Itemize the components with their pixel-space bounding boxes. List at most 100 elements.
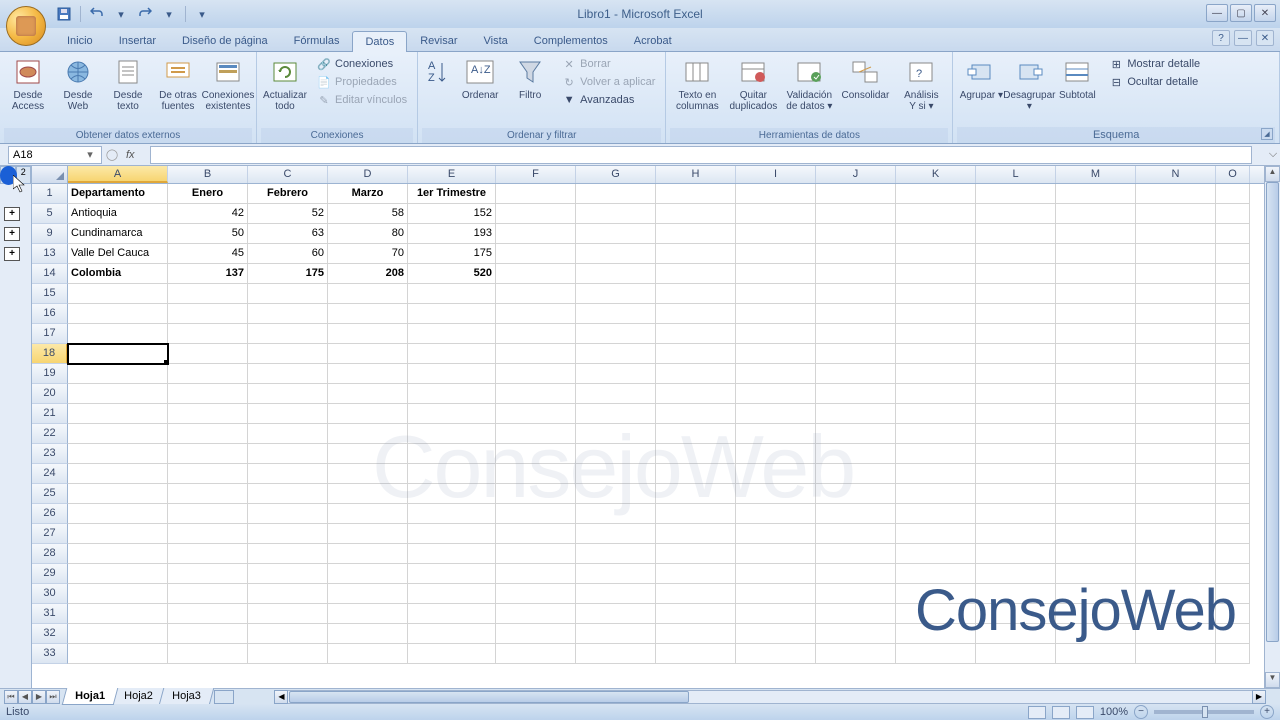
- cell-H21[interactable]: [656, 404, 736, 424]
- cell-D33[interactable]: [328, 644, 408, 664]
- cell-B1[interactable]: Enero: [168, 184, 248, 204]
- cell-B15[interactable]: [168, 284, 248, 304]
- cell-O19[interactable]: [1216, 364, 1250, 384]
- cell-H28[interactable]: [656, 544, 736, 564]
- cell-B24[interactable]: [168, 464, 248, 484]
- cell-F28[interactable]: [496, 544, 576, 564]
- cell-F20[interactable]: [496, 384, 576, 404]
- column-header-L[interactable]: L: [976, 166, 1056, 183]
- tab-datos[interactable]: Datos: [352, 31, 407, 52]
- cell-M27[interactable]: [1056, 524, 1136, 544]
- cell-G30[interactable]: [576, 584, 656, 604]
- cell-N15[interactable]: [1136, 284, 1216, 304]
- cell-L33[interactable]: [976, 644, 1056, 664]
- cell-J33[interactable]: [816, 644, 896, 664]
- cell-N21[interactable]: [1136, 404, 1216, 424]
- row-header-31[interactable]: 31: [32, 604, 68, 624]
- cell-B18[interactable]: [168, 344, 248, 364]
- cell-L18[interactable]: [976, 344, 1056, 364]
- cell-M20[interactable]: [1056, 384, 1136, 404]
- cell-K17[interactable]: [896, 324, 976, 344]
- cell-L26[interactable]: [976, 504, 1056, 524]
- cell-N28[interactable]: [1136, 544, 1216, 564]
- row-header-14[interactable]: 14: [32, 264, 68, 284]
- zoom-slider[interactable]: [1154, 710, 1254, 714]
- cell-L22[interactable]: [976, 424, 1056, 444]
- cell-H20[interactable]: [656, 384, 736, 404]
- cell-D30[interactable]: [328, 584, 408, 604]
- cell-C5[interactable]: 52: [248, 204, 328, 224]
- cell-H23[interactable]: [656, 444, 736, 464]
- cell-J26[interactable]: [816, 504, 896, 524]
- tab-diseño-de-página[interactable]: Diseño de página: [169, 30, 281, 51]
- cell-L9[interactable]: [976, 224, 1056, 244]
- vertical-scrollbar[interactable]: ▲ ▼: [1264, 166, 1280, 688]
- cell-B29[interactable]: [168, 564, 248, 584]
- minimize-ribbon-button[interactable]: —: [1234, 30, 1252, 46]
- cell-H5[interactable]: [656, 204, 736, 224]
- column-header-E[interactable]: E: [408, 166, 496, 183]
- cell-G15[interactable]: [576, 284, 656, 304]
- cell-M28[interactable]: [1056, 544, 1136, 564]
- outline-level-1[interactable]: 1: [0, 166, 16, 184]
- cell-N27[interactable]: [1136, 524, 1216, 544]
- cell-F19[interactable]: [496, 364, 576, 384]
- cell-N1[interactable]: [1136, 184, 1216, 204]
- zoom-out-button[interactable]: −: [1134, 705, 1148, 719]
- cell-A28[interactable]: [68, 544, 168, 564]
- cell-C9[interactable]: 63: [248, 224, 328, 244]
- cell-K19[interactable]: [896, 364, 976, 384]
- scroll-right-button[interactable]: ▶: [1252, 690, 1266, 704]
- cell-M17[interactable]: [1056, 324, 1136, 344]
- fx-button[interactable]: fx: [126, 149, 146, 161]
- refresh-all-button[interactable]: Actualizar todo: [261, 54, 309, 114]
- cell-N33[interactable]: [1136, 644, 1216, 664]
- row-header-33[interactable]: 33: [32, 644, 68, 664]
- cell-I19[interactable]: [736, 364, 816, 384]
- cell-B26[interactable]: [168, 504, 248, 524]
- cell-H13[interactable]: [656, 244, 736, 264]
- cell-J15[interactable]: [816, 284, 896, 304]
- cell-O14[interactable]: [1216, 264, 1250, 284]
- advanced-filter-button[interactable]: ▼Avanzadas: [558, 91, 659, 109]
- cell-C16[interactable]: [248, 304, 328, 324]
- cell-F15[interactable]: [496, 284, 576, 304]
- cell-C22[interactable]: [248, 424, 328, 444]
- cell-C26[interactable]: [248, 504, 328, 524]
- cell-O22[interactable]: [1216, 424, 1250, 444]
- cell-C32[interactable]: [248, 624, 328, 644]
- cell-E18[interactable]: [408, 344, 496, 364]
- cell-E29[interactable]: [408, 564, 496, 584]
- cell-E17[interactable]: [408, 324, 496, 344]
- outline-expand-row-9[interactable]: +: [4, 227, 20, 241]
- cell-F1[interactable]: [496, 184, 576, 204]
- cell-J29[interactable]: [816, 564, 896, 584]
- outline-expand-row-5[interactable]: +: [4, 207, 20, 221]
- sheet-tab-hoja1[interactable]: Hoja1: [62, 688, 119, 705]
- cell-H1[interactable]: [656, 184, 736, 204]
- cell-D22[interactable]: [328, 424, 408, 444]
- scroll-left-button[interactable]: ◀: [274, 690, 288, 704]
- cell-D16[interactable]: [328, 304, 408, 324]
- cell-N13[interactable]: [1136, 244, 1216, 264]
- row-header-23[interactable]: 23: [32, 444, 68, 464]
- cell-J19[interactable]: [816, 364, 896, 384]
- row-header-16[interactable]: 16: [32, 304, 68, 324]
- redo-icon[interactable]: [135, 4, 155, 24]
- cell-O16[interactable]: [1216, 304, 1250, 324]
- cell-C19[interactable]: [248, 364, 328, 384]
- cell-M22[interactable]: [1056, 424, 1136, 444]
- row-header-28[interactable]: 28: [32, 544, 68, 564]
- column-header-C[interactable]: C: [248, 166, 328, 183]
- qat-customize[interactable]: ▾: [192, 4, 212, 24]
- cell-G32[interactable]: [576, 624, 656, 644]
- cell-C24[interactable]: [248, 464, 328, 484]
- sort-az-button[interactable]: AZ: [422, 54, 454, 90]
- cell-B14[interactable]: 137: [168, 264, 248, 284]
- cell-A15[interactable]: [68, 284, 168, 304]
- cell-I20[interactable]: [736, 384, 816, 404]
- cell-F9[interactable]: [496, 224, 576, 244]
- column-header-B[interactable]: B: [168, 166, 248, 183]
- cell-D23[interactable]: [328, 444, 408, 464]
- cell-A22[interactable]: [68, 424, 168, 444]
